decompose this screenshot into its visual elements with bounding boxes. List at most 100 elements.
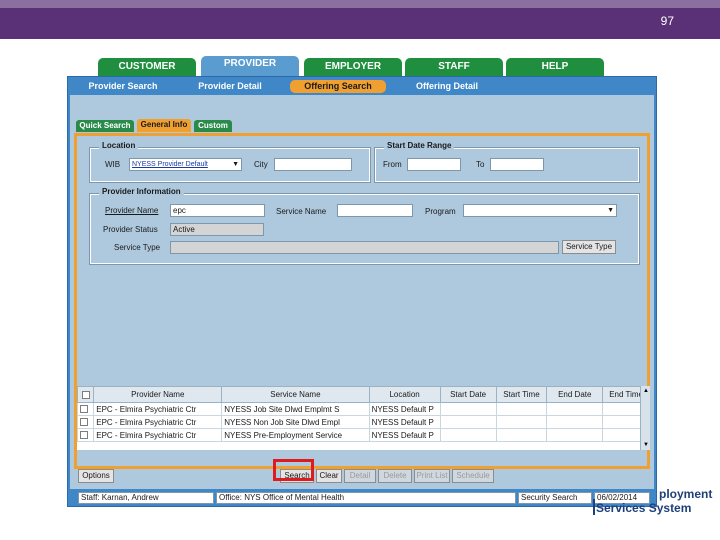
- nyess-logo: ployment Services System: [566, 481, 712, 521]
- logo-divider: [593, 499, 595, 515]
- cell-start-date: [439, 415, 497, 429]
- row-checkbox[interactable]: [80, 418, 88, 427]
- from-date-input[interactable]: [407, 158, 461, 171]
- sub-tabs: Provider Search Provider Detail Offering…: [68, 77, 656, 95]
- wib-value: NYESS Provider Default: [132, 161, 208, 168]
- row-checkbox-cell[interactable]: [76, 402, 95, 416]
- col-location[interactable]: Location: [368, 386, 441, 403]
- scroll-down-icon[interactable]: ▼: [642, 441, 650, 449]
- provider-information-group: Provider Information Provider Name epc S…: [89, 187, 640, 265]
- cell-location: NYESS Default P: [368, 402, 441, 416]
- table-row[interactable]: EPC - Elmira Psychiatric Ctr NYESS Job S…: [76, 402, 650, 416]
- tab-provider[interactable]: PROVIDER: [201, 56, 299, 76]
- select-all-header[interactable]: [76, 386, 95, 403]
- tab-offering-detail[interactable]: Offering Detail: [413, 80, 481, 93]
- city-input[interactable]: [274, 158, 352, 171]
- to-label: To: [476, 160, 485, 169]
- cell-start-date: [439, 428, 497, 442]
- tab-staff[interactable]: STAFF: [405, 58, 503, 76]
- cell-provider-name: EPC - Elmira Psychiatric Ctr: [93, 415, 223, 429]
- service-type-label: Service Type: [114, 243, 161, 252]
- tab-provider-search[interactable]: Provider Search: [84, 80, 162, 93]
- tab-employer[interactable]: EMPLOYER: [304, 58, 402, 76]
- program-label: Program: [425, 207, 456, 216]
- to-date-input[interactable]: [490, 158, 544, 171]
- detail-button[interactable]: Detail: [344, 469, 376, 483]
- provider-status-field: Active: [170, 223, 264, 236]
- provider-status-label: Provider Status: [103, 225, 158, 234]
- cell-start-date: [439, 402, 497, 416]
- tab-general-info[interactable]: General Info: [137, 119, 191, 132]
- cell-service-name: NYESS Job Site Dlwd Emplmt S: [221, 402, 370, 416]
- cell-provider-name: EPC - Elmira Psychiatric Ctr: [93, 402, 223, 416]
- results-table: Provider Name Service Name Location Star…: [76, 386, 650, 450]
- row-checkbox-cell[interactable]: [76, 415, 95, 429]
- tab-custom[interactable]: Custom: [194, 120, 232, 132]
- col-provider-name[interactable]: Provider Name: [93, 386, 223, 403]
- cell-service-name: NYESS Pre-Employment Service: [221, 428, 370, 442]
- provider-information-title: Provider Information: [99, 187, 184, 196]
- chevron-down-icon: ▼: [607, 207, 614, 214]
- main-tabs: CUSTOMER PROVIDER EMPLOYER STAFF HELP: [98, 56, 651, 76]
- logo-line-2: Services System: [596, 501, 692, 515]
- cell-end-date: [546, 415, 604, 429]
- table-scrollbar[interactable]: ▲ ▼: [640, 386, 650, 450]
- tab-help[interactable]: HELP: [506, 58, 604, 76]
- location-title: Location: [99, 141, 139, 150]
- staff-status: Staff: Karnan, Andrew: [78, 492, 214, 504]
- options-button[interactable]: Options: [78, 469, 114, 483]
- cell-start-time: [495, 415, 548, 429]
- provider-name-label: Provider Name: [105, 206, 159, 215]
- col-start-date[interactable]: Start Date: [439, 386, 497, 403]
- tab-customer[interactable]: CUSTOMER: [98, 58, 196, 76]
- tab-provider-detail[interactable]: Provider Detail: [194, 80, 266, 93]
- select-all-checkbox[interactable]: [81, 390, 90, 399]
- city-label: City: [254, 160, 268, 169]
- app-window: Provider Search Provider Detail Offering…: [67, 76, 657, 507]
- logo-line-1: ployment: [659, 487, 713, 501]
- service-name-input[interactable]: [337, 204, 413, 217]
- table-row[interactable]: EPC - Elmira Psychiatric Ctr NYESS Pre-E…: [76, 428, 650, 442]
- row-checkbox-cell[interactable]: [76, 428, 95, 442]
- cell-location: NYESS Default P: [368, 415, 441, 429]
- chevron-down-icon: ▼: [232, 161, 239, 168]
- cell-location: NYESS Default P: [368, 428, 441, 442]
- header-accent-line: [0, 0, 720, 8]
- cell-end-date: [546, 428, 604, 442]
- delete-button[interactable]: Delete: [378, 469, 412, 483]
- provider-name-input[interactable]: epc: [170, 204, 265, 217]
- program-select[interactable]: ▼: [463, 204, 617, 217]
- cell-start-time: [495, 428, 548, 442]
- search-button-highlight: [273, 459, 314, 481]
- tab-quick-search[interactable]: Quick Search: [76, 120, 134, 132]
- tab-offering-search[interactable]: Offering Search: [290, 80, 386, 93]
- col-start-time[interactable]: Start Time: [495, 386, 548, 403]
- service-type-button[interactable]: Service Type: [562, 240, 616, 254]
- start-date-range-title: Start Date Range: [384, 141, 455, 150]
- cell-provider-name: EPC - Elmira Psychiatric Ctr: [93, 428, 223, 442]
- print-list-button[interactable]: Print List: [414, 469, 450, 483]
- clear-button[interactable]: Clear: [316, 469, 342, 483]
- cell-service-name: NYESS Non Job Site Dlwd Empl: [221, 415, 370, 429]
- row-checkbox[interactable]: [80, 431, 88, 440]
- col-service-name[interactable]: Service Name: [221, 386, 370, 403]
- cell-end-date: [546, 402, 604, 416]
- action-bar: Options Search Clear Detail Delete Print…: [74, 469, 650, 487]
- table-header-row: Provider Name Service Name Location Star…: [76, 386, 650, 403]
- wib-label: WIB: [105, 160, 121, 169]
- service-name-label: Service Name: [276, 207, 327, 216]
- scroll-up-icon[interactable]: ▲: [642, 387, 650, 395]
- wib-select[interactable]: NYESS Provider Default ▼: [129, 158, 242, 171]
- service-type-field: [170, 241, 559, 254]
- office-status: Office: NYS Office of Mental Health: [216, 492, 516, 504]
- start-date-range-group: Start Date Range From To: [374, 141, 640, 183]
- table-row[interactable]: EPC - Elmira Psychiatric Ctr NYESS Non J…: [76, 415, 650, 429]
- slide-header-bar: 97: [0, 0, 720, 39]
- from-label: From: [383, 160, 402, 169]
- col-end-date[interactable]: End Date: [546, 386, 604, 403]
- row-checkbox[interactable]: [80, 405, 88, 414]
- location-group: Location WIB NYESS Provider Default ▼ Ci…: [89, 141, 371, 183]
- slide-number: 97: [660, 14, 674, 28]
- search-form-frame: Location WIB NYESS Provider Default ▼ Ci…: [74, 133, 650, 469]
- schedule-button[interactable]: Schedule: [452, 469, 494, 483]
